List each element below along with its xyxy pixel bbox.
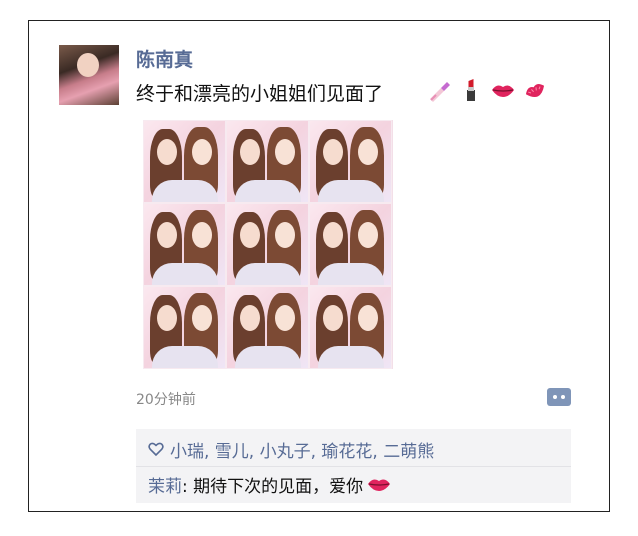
avatar[interactable]: [59, 45, 119, 105]
comment[interactable]: 茉莉 : 期待下次的见面，爱你: [148, 472, 391, 497]
likes-row: 小瑞, 雪儿, 小丸子, 瑜花花, 二萌熊: [148, 437, 434, 462]
dot-icon: [561, 395, 565, 399]
post-emojis: [427, 78, 547, 102]
like-names[interactable]: 小瑞, 雪儿, 小丸子, 瑜花花, 二萌熊: [170, 437, 434, 462]
photo-grid[interactable]: [143, 120, 393, 369]
interaction-box: 小瑞, 雪儿, 小丸子, 瑜花花, 二萌熊 茉莉 : 期待下次的见面，爱你: [136, 429, 571, 503]
photo-cell: [309, 203, 392, 286]
kiss-mark-icon: [525, 84, 545, 98]
photo-cell: [226, 120, 309, 203]
dot-icon: [553, 395, 557, 399]
post-timestamp: 20分钟前: [136, 392, 196, 408]
photo-cell: [309, 286, 392, 369]
photo-cell: [309, 120, 392, 203]
post-text: 终于和漂亮的小姐姐们见面了: [136, 83, 384, 105]
nail-polish-icon: [430, 82, 450, 102]
post-author-name[interactable]: 陈南真: [136, 45, 193, 72]
photo-cell: [143, 203, 226, 286]
comment-author[interactable]: 茉莉: [148, 472, 182, 497]
photo-cell: [226, 286, 309, 369]
photo-cell: [143, 286, 226, 369]
comment-more-button[interactable]: [547, 388, 571, 406]
comment-text: : 期待下次的见面，爱你: [182, 476, 364, 497]
lips-icon: [492, 85, 514, 97]
photo-cell: [226, 203, 309, 286]
photo-cell: [143, 120, 226, 203]
lipstick-icon: [467, 79, 475, 101]
divider: [136, 466, 571, 467]
moment-card: 陈南真 终于和漂亮的小姐姐们见面了 20分钟前 小瑞, 雪儿, 小丸子, 瑜花花…: [28, 20, 610, 512]
lips-icon: [368, 479, 391, 491]
heart-icon: [148, 442, 164, 457]
